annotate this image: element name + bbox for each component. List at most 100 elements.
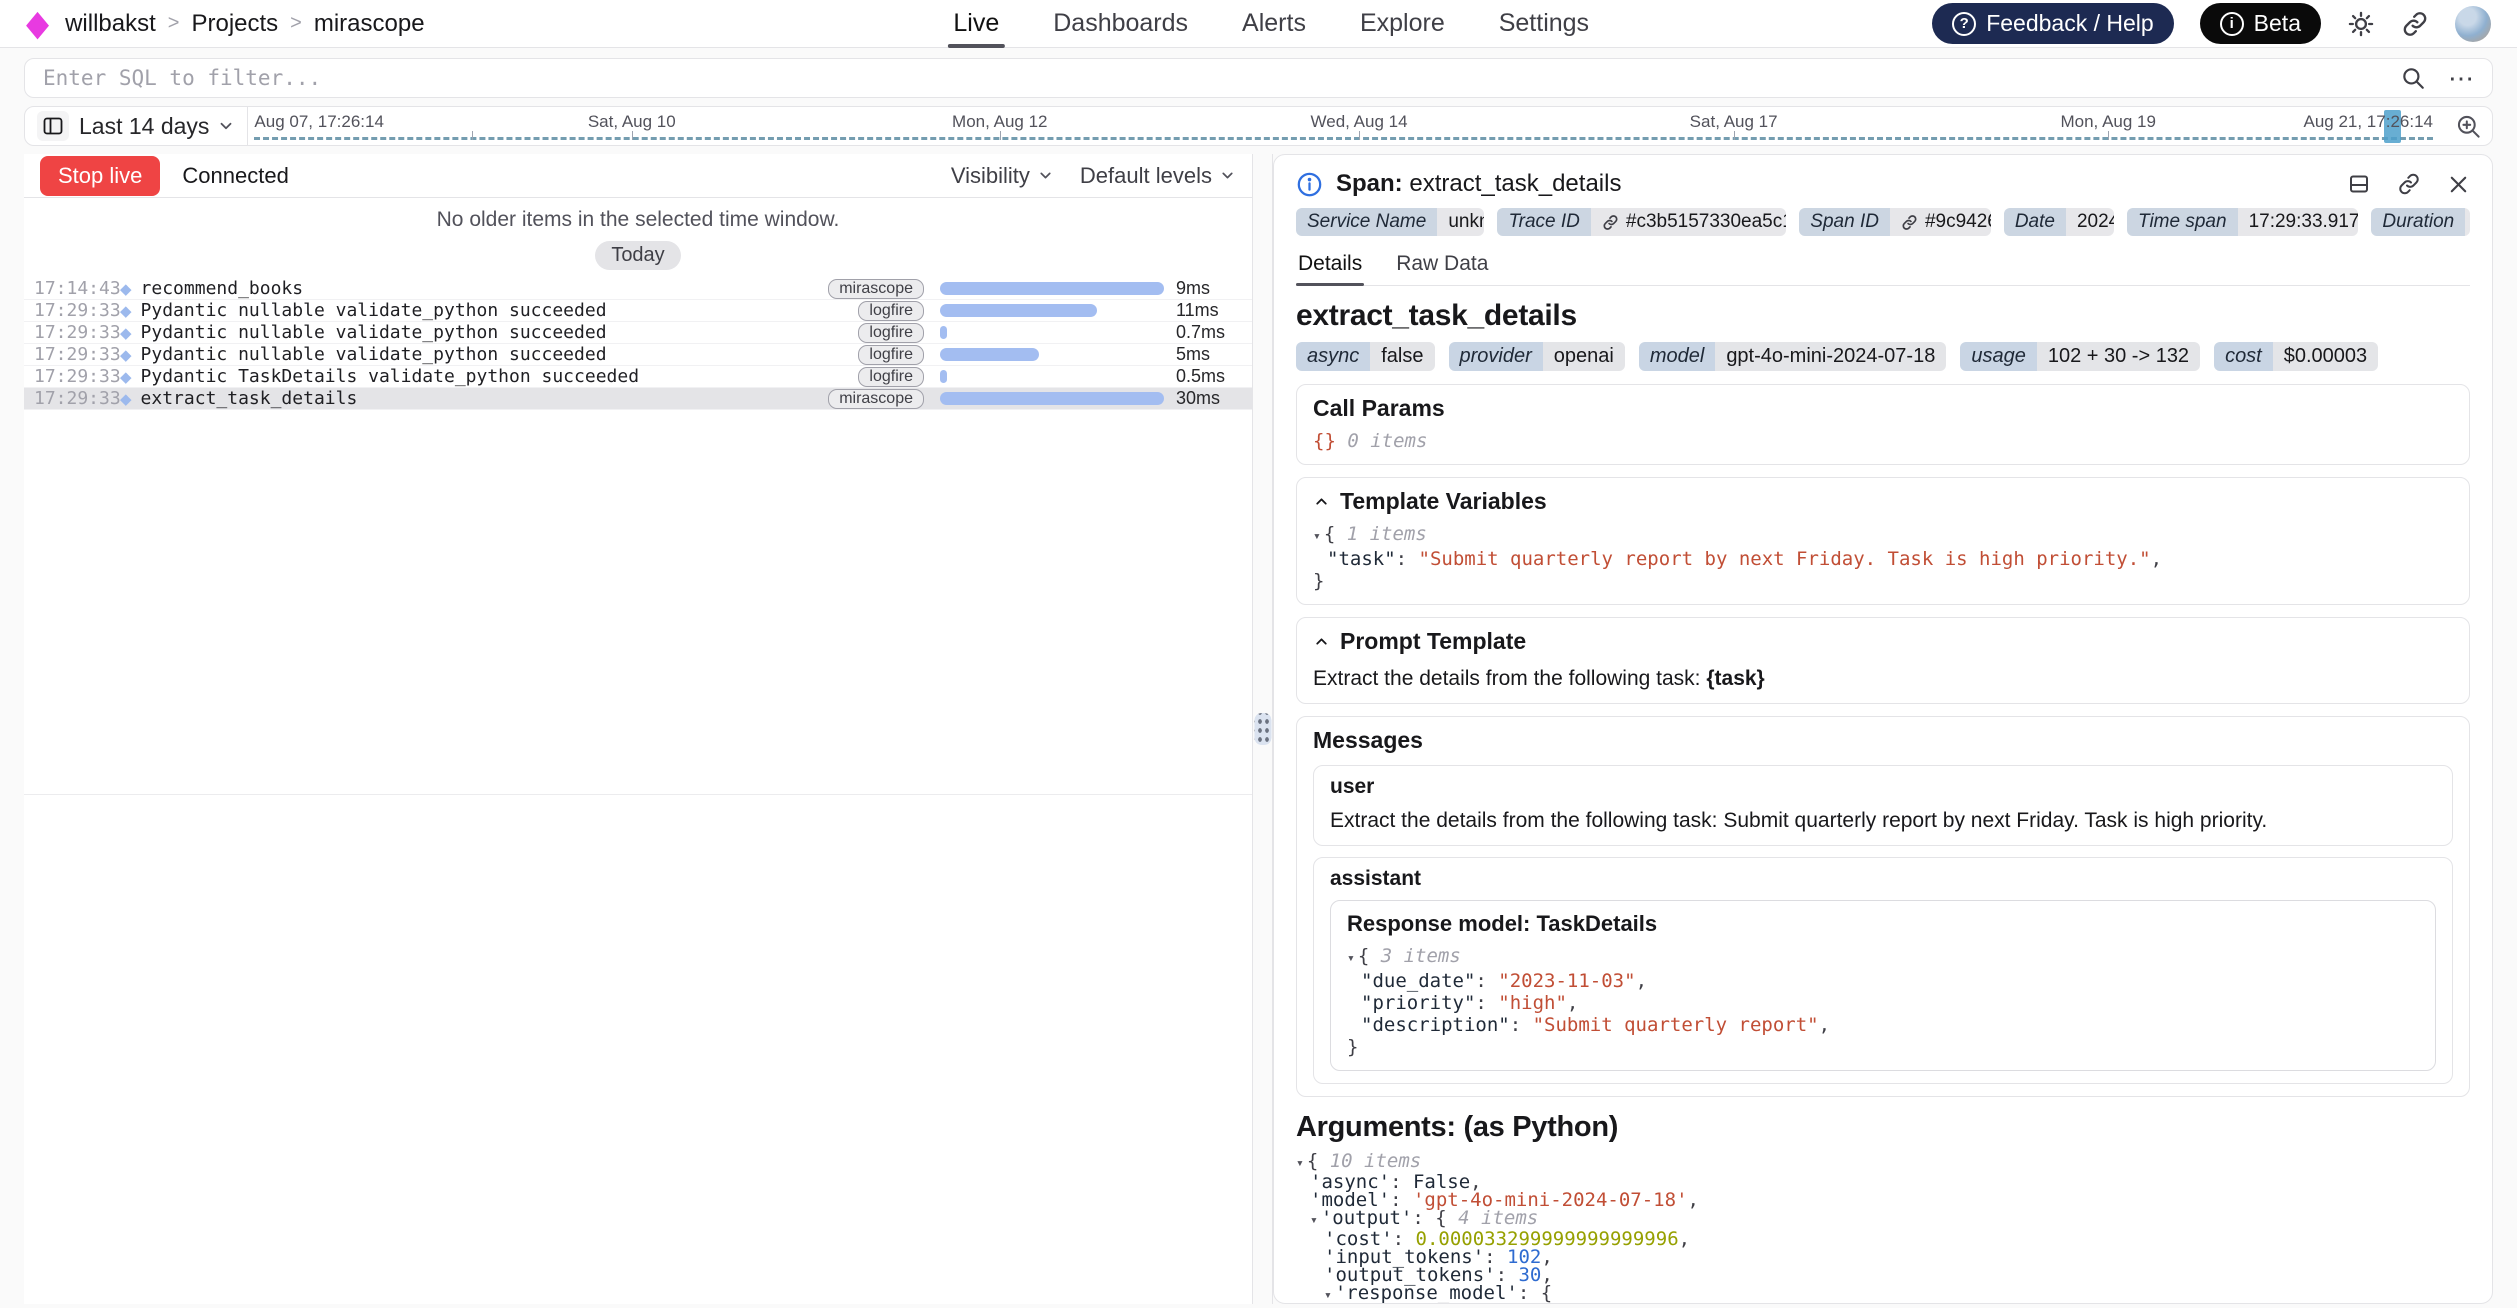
timeline-controls: Last 14 days [25,107,247,145]
timeline-tick [2108,131,2109,140]
tab-live[interactable]: Live [953,0,999,47]
zoom-in-icon[interactable] [2445,113,2492,140]
span-row[interactable]: 17:29:33 ◆ Pydantic TaskDetails validate… [24,366,1252,388]
span-row[interactable]: 17:29:33 ◆ Pydantic nullable validate_py… [24,344,1252,366]
timeline-tick-label: Mon, Aug 19 [2060,112,2155,132]
badge-label: Service Name [1296,208,1437,236]
badge-value: #c3b5157330ea5c1fd4572747af512d26 [1591,208,1786,236]
prompt-template-card: Prompt Template Extract the details from… [1296,617,2470,704]
badge-value: $0.00003 [2273,342,2378,371]
badge-value: openai [1543,342,1625,371]
tab-details[interactable]: Details [1296,248,1364,285]
timeline-track[interactable]: Aug 07, 17:26:14 Sat, Aug 10 Mon, Aug 12… [248,107,2439,145]
badge-label: cost [2214,342,2273,371]
span-diamond-icon: ◆ [120,302,132,320]
row-timestamp: 17:14:43 [34,278,118,299]
arguments-section: Arguments: (as Python) ▾{ 10 items'async… [1296,1111,2470,1304]
span-id-badge: Span ID #9c942620aa93dbb4 [1799,208,1991,236]
timeline-tick-label: Sat, Aug 10 [588,112,676,132]
stop-live-button[interactable]: Stop live [40,156,160,196]
span-heading: extract_task_details [1296,299,2470,333]
panel-divider [1253,154,1273,1304]
question-mark-icon: ? [1952,12,1976,36]
span-id-value[interactable]: #9c942620aa93dbb4 [1925,211,1991,233]
cost-badge: cost $0.00003 [2214,342,2378,371]
span-meta-badges: Service Name unknown_service Trace ID #c… [1296,208,2470,236]
message-role: assistant [1330,867,2436,891]
logfire-logo-icon[interactable]: ◆ [26,6,49,42]
copy-link-icon[interactable] [2397,172,2421,196]
connection-status: Connected [182,163,288,189]
badge-value: unknown_service [1437,208,1484,236]
search-icon[interactable] [2400,65,2426,91]
span-diamond-icon: ◆ [120,368,132,386]
span-row-selected[interactable]: 17:29:33 ◆ extract_task_details mirascop… [24,388,1252,410]
span-title-prefix: Span: [1336,170,1403,197]
feedback-help-button[interactable]: ? Feedback / Help [1932,3,2173,44]
tab-settings[interactable]: Settings [1499,0,1589,47]
span-diamond-icon: ◆ [120,280,132,298]
panel-layout-icon[interactable] [2347,172,2371,196]
live-controls-row: Stop live Connected Visibility Default l… [24,154,1252,198]
breadcrumb-projects[interactable]: Projects [191,10,278,38]
beta-label: Beta [2254,10,2301,37]
feedback-help-label: Feedback / Help [1986,10,2153,37]
sql-filter-bar: ⋯ [24,58,2493,98]
call-params-json: {} 0 items [1313,430,2453,452]
span-row[interactable]: 17:29:33 ◆ Pydantic nullable validate_py… [24,300,1252,322]
theme-toggle-icon[interactable] [2347,10,2375,38]
user-avatar[interactable] [2455,6,2491,42]
span-row[interactable]: 17:14:43 ◆ recommend_books mirascope 9ms [24,278,1252,300]
row-duration-bar [940,348,1164,361]
row-tag-badge: logfire [858,367,924,387]
main-content: Stop live Connected Visibility Default l… [24,154,2517,1304]
timeline-tick-label: Mon, Aug 12 [952,112,1047,132]
row-duration-text: 30ms [1176,388,1242,409]
link-icon[interactable] [1602,214,1619,231]
sidebar-toggle-icon[interactable] [37,111,69,141]
span-header-actions [2347,172,2470,196]
share-link-icon[interactable] [2401,10,2429,38]
chevron-down-icon [217,117,235,135]
tab-alerts[interactable]: Alerts [1242,0,1306,47]
time-span-badge: Time span 17:29:33.917 to 17:29:33.946 [2127,208,2358,236]
list-view-controls: Visibility Default levels [951,163,1236,189]
timeline-tick [632,131,633,140]
row-span-name: Pydantic nullable validate_python succee… [141,344,607,365]
timeline-tick [1359,131,1360,140]
panel-resize-handle[interactable] [1254,713,1271,745]
span-row[interactable]: 17:29:33 ◆ Pydantic nullable validate_py… [24,322,1252,344]
timeline-tick-label: Aug 21, 17:26:14 [2303,112,2433,132]
info-circle-icon: i [2220,12,2244,36]
row-duration-bar [940,304,1164,317]
beta-button[interactable]: i Beta [2200,3,2321,44]
row-duration-text: 11ms [1176,300,1242,321]
timeline-tick-label: Wed, Aug 14 [1311,112,1408,132]
tab-raw-data[interactable]: Raw Data [1394,248,1490,285]
row-tag-badge: logfire [858,345,924,365]
prompt-template-title: Prompt Template [1340,628,1526,655]
collapse-chevron-icon[interactable] [1313,633,1330,650]
default-levels-dropdown[interactable]: Default levels [1080,163,1236,189]
collapse-chevron-icon[interactable] [1313,493,1330,510]
row-duration-bar [940,392,1164,405]
badge-label: Time span [2127,208,2238,236]
link-icon[interactable] [1901,214,1918,231]
visibility-dropdown[interactable]: Visibility [951,163,1054,189]
badge-value: gpt-4o-mini-2024-07-18 [1715,342,1946,371]
trace-id-value[interactable]: #c3b5157330ea5c1fd4572747af512d26 [1626,211,1786,233]
tab-explore[interactable]: Explore [1360,0,1445,47]
provider-badge: provider openai [1449,342,1625,371]
more-options-icon[interactable]: ⋯ [2448,65,2474,91]
tab-dashboards[interactable]: Dashboards [1053,0,1188,47]
breadcrumb-org[interactable]: willbakst [65,10,156,38]
today-badge[interactable]: Today [595,241,680,270]
breadcrumb-project-name[interactable]: mirascope [314,10,425,38]
time-range-dropdown[interactable]: Last 14 days [79,113,235,140]
usage-badge: usage 102 + 30 -> 132 [1960,342,2200,371]
close-icon[interactable] [2447,173,2470,196]
visibility-label: Visibility [951,163,1030,189]
span-detail-panel: Span: extract_task_details [1273,154,2493,1304]
row-duration-bar [940,326,1164,339]
sql-filter-input[interactable] [43,66,2400,90]
